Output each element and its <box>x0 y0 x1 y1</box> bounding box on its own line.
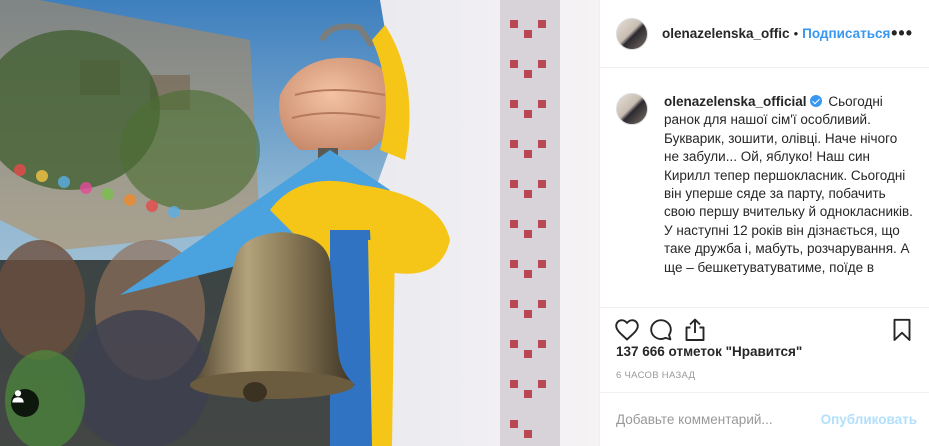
comment-button[interactable] <box>644 313 678 347</box>
publish-button[interactable]: Опубликовать <box>821 412 917 427</box>
user-tag-button[interactable] <box>11 389 39 417</box>
header-username[interactable]: olenazelenska_offic <box>662 26 790 41</box>
add-comment-bar: Опубликовать <box>600 392 929 446</box>
post-header: olenazelenska_offic • Подписаться ••• <box>600 0 929 68</box>
post-timestamp[interactable]: 6 часов назад <box>616 370 695 381</box>
caption-text: Сьогодні ранок для нашої сім'ї особливий… <box>664 94 913 275</box>
separator-dot: • <box>793 26 799 41</box>
avatar[interactable] <box>616 17 648 50</box>
comment-input[interactable] <box>616 412 821 427</box>
share-icon <box>685 318 705 341</box>
likes-count[interactable]: 137 666 отметок "Нравится" <box>616 344 802 359</box>
comment-icon <box>650 318 672 340</box>
caption-avatar[interactable] <box>616 93 648 125</box>
comments-list[interactable]: olenazelenska_official Сьогодні ранок дл… <box>600 69 929 307</box>
caption-body: olenazelenska_official Сьогодні ранок дл… <box>664 93 913 277</box>
bookmark-icon <box>893 318 911 341</box>
action-bar <box>600 307 929 347</box>
follow-button[interactable]: Подписаться <box>802 26 890 41</box>
caption-username[interactable]: olenazelenska_official <box>664 94 807 109</box>
bell-with-ribbon-image <box>0 0 599 446</box>
verified-badge-icon <box>809 95 822 107</box>
caption: olenazelenska_official Сьогодні ранок дл… <box>616 93 913 277</box>
user-tag-icon <box>12 390 24 403</box>
heart-icon <box>615 318 639 341</box>
save-button[interactable] <box>885 313 919 347</box>
post-photo[interactable] <box>0 0 599 446</box>
like-button[interactable] <box>610 313 644 347</box>
more-options-icon[interactable]: ••• <box>891 23 913 44</box>
post-sidebar: olenazelenska_offic • Подписаться ••• ol… <box>599 0 929 446</box>
share-button[interactable] <box>678 313 712 347</box>
